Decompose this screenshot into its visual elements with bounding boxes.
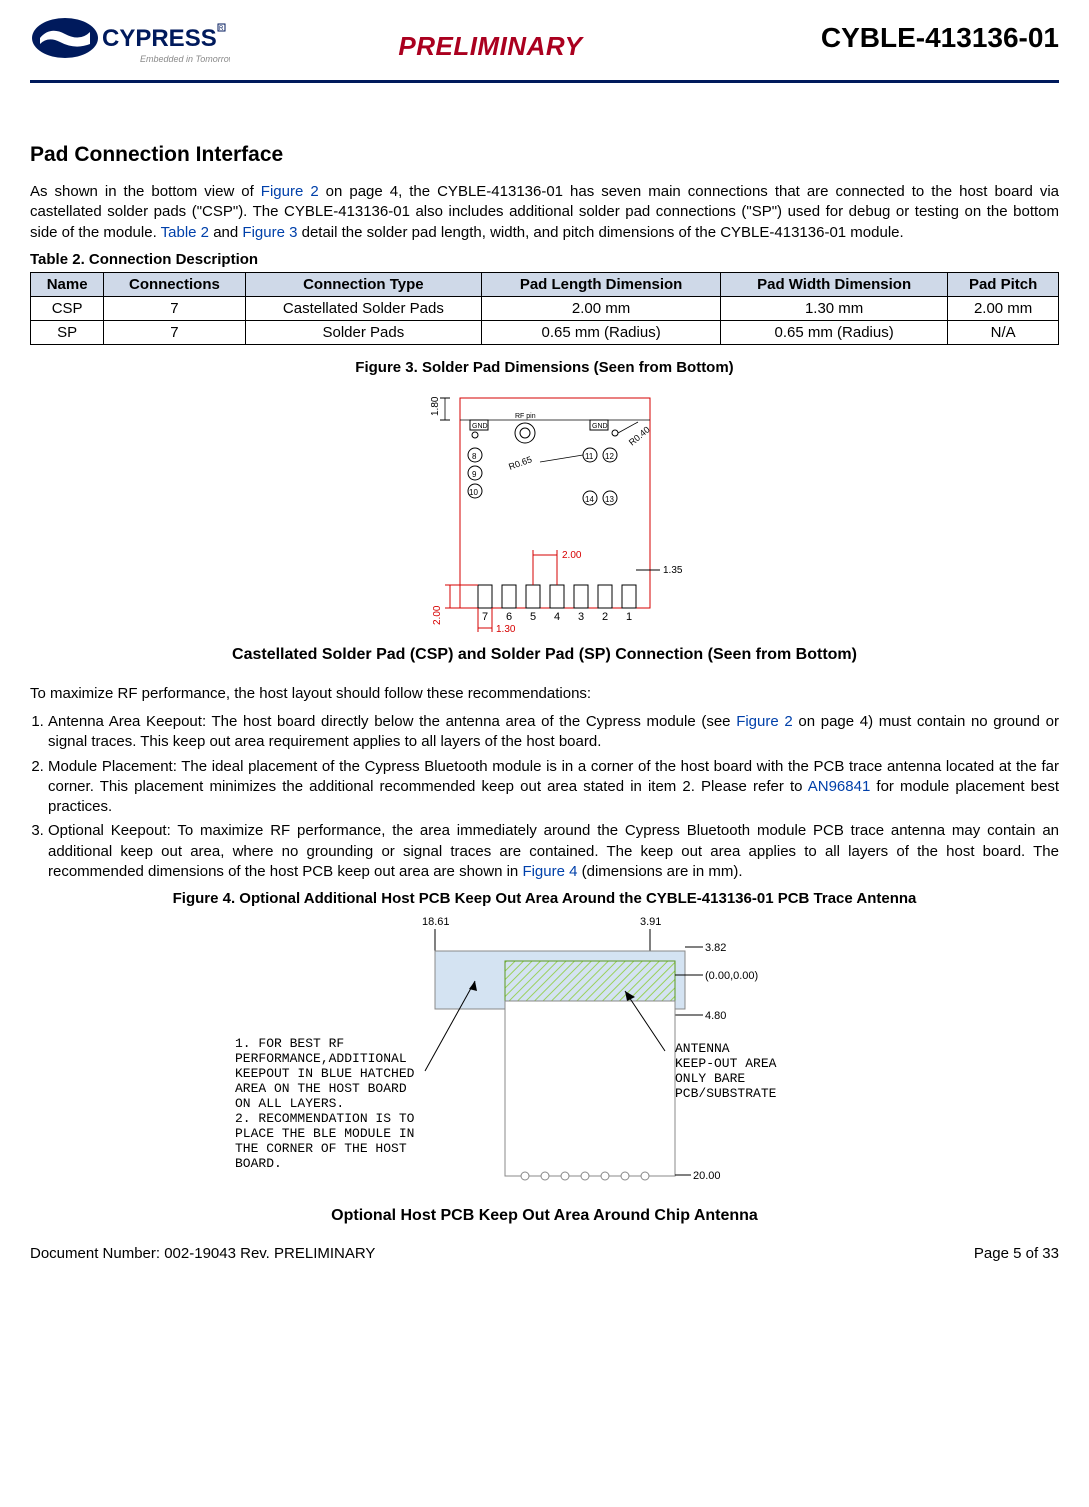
svg-text:GND: GND [472,423,488,430]
figure2-link[interactable]: Figure 2 [261,183,319,200]
svg-text:6: 6 [506,611,512,623]
logo-main: CYPRESS [102,25,217,52]
list-item: Optional Keepout: To maximize RF perform… [48,821,1059,882]
figure4-link[interactable]: Figure 4 [522,863,577,880]
intro-text: and [209,224,242,241]
svg-text:3.91: 3.91 [640,916,661,928]
svg-text:3: 3 [578,611,584,623]
svg-text:8: 8 [472,452,477,461]
svg-text:4: 4 [554,611,560,623]
figure2-link[interactable]: Figure 2 [736,713,793,730]
svg-text:GND: GND [592,423,608,430]
recommendations-intro: To maximize RF performance, the host lay… [30,684,1059,704]
figure3-link[interactable]: Figure 3 [242,224,297,241]
doc-number: Document Number: 002-19043 Rev. PRELIMIN… [30,1245,375,1262]
svg-text:1: 1 [626,611,632,623]
intro-paragraph: As shown in the bottom view of Figure 2 … [30,182,1059,243]
th-length: Pad Length Dimension [482,272,721,296]
table-row: CSP 7 Castellated Solder Pads 2.00 mm 1.… [31,296,1059,320]
svg-text:4.80: 4.80 [705,1010,726,1022]
svg-text:1.35: 1.35 [663,565,683,576]
part-number: CYBLE-413136-01 [821,22,1059,54]
figure4-note-right: ANTENNA KEEP-OUT AREA ONLY BARE PCB/SUBS… [675,1041,855,1101]
figure3: 1.80 GND RF pin GND 8 9 10 11 12 14 13 R… [30,380,1059,640]
svg-text:5: 5 [530,611,536,623]
page-footer: Document Number: 002-19043 Rev. PRELIMIN… [30,1245,1059,1262]
intro-text: detail the solder pad length, width, and… [297,224,903,241]
svg-text:2.00: 2.00 [432,605,443,625]
svg-text:R: R [219,26,224,32]
svg-text:20.00: 20.00 [693,1170,721,1182]
svg-text:7: 7 [482,611,488,623]
figure4: 18.61 3.91 3.82 (0.00,0.00) 4.80 [30,911,1059,1201]
svg-text:RF pin: RF pin [515,413,536,420]
figure4-subcaption: Optional Host PCB Keep Out Area Around C… [30,1207,1059,1225]
svg-text:12: 12 [605,452,614,461]
logo-tagline: Embedded in Tomorrow™ [140,54,230,64]
figure4-note-left: 1. FOR BEST RF PERFORMANCE,ADDITIONAL KE… [235,1036,435,1171]
svg-text:9: 9 [472,470,477,479]
svg-text:1.30: 1.30 [496,624,516,635]
cypress-logo-icon: CYPRESS R Embedded in Tomorrow™ [30,16,230,76]
svg-text:R0.40: R0.40 [626,424,651,447]
svg-text:3.82: 3.82 [705,942,726,954]
csp-pads [478,585,636,608]
svg-text:14: 14 [585,495,594,504]
th-name: Name [31,272,104,296]
logo-block: CYPRESS R Embedded in Tomorrow™ [30,16,230,76]
section-title: Pad Connection Interface [30,143,1059,167]
table2-link[interactable]: Table 2 [161,224,209,241]
table-row: SP 7 Solder Pads 0.65 mm (Radius) 0.65 m… [31,320,1059,344]
connection-table: Name Connections Connection Type Pad Len… [30,272,1059,345]
table-header-row: Name Connections Connection Type Pad Len… [31,272,1059,296]
svg-text:13: 13 [605,495,614,504]
th-width: Pad Width Dimension [720,272,947,296]
page-header: CYPRESS R Embedded in Tomorrow™ PRELIMIN… [30,16,1059,76]
svg-text:18.61: 18.61 [422,916,450,928]
header-rule [30,80,1059,83]
an96841-link[interactable]: AN96841 [808,778,871,795]
svg-text:2: 2 [602,611,608,623]
list-item: Module Placement: The ideal placement of… [48,757,1059,818]
svg-text:R0.65: R0.65 [507,454,533,472]
figure3-subcaption: Castellated Solder Pad (CSP) and Solder … [30,646,1059,664]
svg-text:11: 11 [585,452,594,461]
th-connections: Connections [104,272,245,296]
svg-text:10: 10 [469,488,478,497]
th-type: Connection Type [245,272,482,296]
table2-caption: Table 2. Connection Description [30,251,1059,268]
svg-text:1.80: 1.80 [430,396,441,416]
intro-text: As shown in the bottom view of [30,183,261,200]
list-item: Antenna Area Keepout: The host board dir… [48,712,1059,753]
svg-text:2.00: 2.00 [562,550,582,561]
recommendations-list: Antenna Area Keepout: The host board dir… [30,712,1059,882]
page-number: Page 5 of 33 [974,1245,1059,1262]
preliminary-label: PRELIMINARY [398,31,582,62]
figure4-caption: Figure 4. Optional Additional Host PCB K… [30,890,1059,907]
figure3-caption: Figure 3. Solder Pad Dimensions (Seen fr… [30,359,1059,376]
th-pitch: Pad Pitch [948,272,1059,296]
svg-text:(0.00,0.00): (0.00,0.00) [705,970,758,982]
